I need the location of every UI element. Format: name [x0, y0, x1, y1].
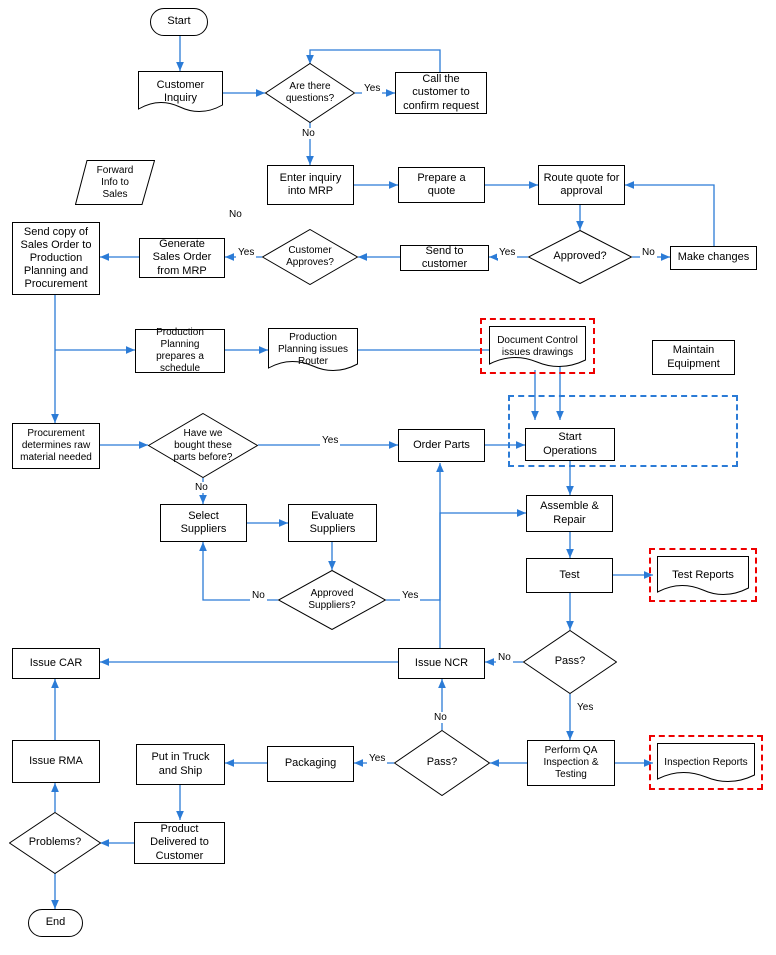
issue-car-label: Issue CAR: [30, 657, 83, 670]
put-truck-label: Put in Truck and Ship: [141, 751, 220, 777]
send-customer-box: Send to customer: [400, 245, 489, 271]
select-suppliers-label: Select Suppliers: [165, 510, 242, 536]
prepare-quote-label: Prepare a quote: [403, 172, 480, 198]
issue-car-box: Issue CAR: [12, 648, 100, 679]
start-label: Start: [167, 15, 190, 28]
no-label-1: No: [300, 128, 317, 139]
send-copy-label: Send copy of Sales Order to Production P…: [17, 226, 95, 292]
customer-inquiry-label: Customer Inquiry: [142, 79, 219, 105]
issue-ncr-label: Issue NCR: [415, 657, 468, 670]
generate-so-box: Generate Sales Order from MRP: [139, 238, 225, 278]
start-ops-label: Start Operations: [530, 431, 610, 457]
no-label-2: No: [640, 247, 657, 258]
bought-before-label: Have we bought these parts before?: [168, 428, 238, 464]
approved-label: Approved?: [553, 250, 606, 263]
questions-label: Are there questions?: [280, 81, 340, 105]
forward-info-label: Forward Info to Sales: [90, 165, 140, 201]
prod-router-label: Production Planning issues Router: [272, 332, 354, 368]
issue-rma-label: Issue RMA: [29, 755, 83, 768]
problems-decision: Problems?: [9, 812, 101, 874]
order-parts-label: Order Parts: [413, 439, 470, 452]
yes-label-7: Yes: [367, 753, 387, 764]
perform-qa-label: Perform QA Inspection & Testing: [532, 745, 610, 781]
perform-qa-box: Perform QA Inspection & Testing: [527, 740, 615, 786]
order-parts-box: Order Parts: [398, 429, 485, 462]
customer-approves-decision: Customer Approves?: [262, 229, 358, 285]
make-changes-box: Make changes: [670, 246, 757, 270]
pass1-decision: Pass?: [523, 630, 617, 694]
customer-inquiry-doc: Customer Inquiry: [138, 71, 223, 113]
assemble-repair-box: Assemble & Repair: [526, 495, 613, 532]
pass2-decision: Pass?: [394, 730, 490, 796]
doc-control-doc: Document Control issues drawings: [489, 326, 586, 368]
yes-label-2: Yes: [497, 247, 517, 258]
test-reports-label: Test Reports: [672, 569, 734, 582]
test-reports-doc: Test Reports: [657, 556, 749, 596]
evaluate-suppliers-label: Evaluate Suppliers: [293, 510, 372, 536]
inspection-reports-doc: Inspection Reports: [657, 743, 755, 783]
procurement-box: Procurement determines raw material need…: [12, 423, 100, 469]
call-customer-label: Call the customer to confirm request: [400, 73, 482, 113]
pass1-label: Pass?: [555, 655, 586, 668]
start-terminator: Start: [150, 8, 208, 36]
approved-decision: Approved?: [528, 230, 632, 284]
call-customer-box: Call the customer to confirm request: [395, 72, 487, 114]
no-label-5: No: [250, 590, 267, 601]
inspection-reports-label: Inspection Reports: [664, 757, 747, 769]
send-customer-label: Send to customer: [405, 245, 484, 271]
maintain-equip-box: Maintain Equipment: [652, 340, 735, 375]
bought-before-decision: Have we bought these parts before?: [148, 413, 258, 478]
send-copy-box: Send copy of Sales Order to Production P…: [12, 222, 100, 295]
make-changes-label: Make changes: [678, 251, 750, 264]
prepare-quote-box: Prepare a quote: [398, 167, 485, 203]
yes-label-6: Yes: [575, 702, 595, 713]
select-suppliers-box: Select Suppliers: [160, 504, 247, 542]
problems-label: Problems?: [29, 836, 82, 849]
doc-control-label: Document Control issues drawings: [493, 335, 582, 359]
issue-rma-box: Issue RMA: [12, 740, 100, 783]
no-label-3: No: [227, 209, 244, 220]
yes-label-3: Yes: [236, 247, 256, 258]
enter-mrp-box: Enter inquiry into MRP: [267, 165, 354, 205]
prod-schedule-label: Production Planning prepares a schedule: [140, 327, 220, 375]
packaging-label: Packaging: [285, 757, 336, 770]
yes-label-4: Yes: [320, 435, 340, 446]
flowchart-connectors: [0, 0, 776, 955]
delivered-label: Product Delivered to Customer: [139, 823, 220, 863]
evaluate-suppliers-box: Evaluate Suppliers: [288, 504, 377, 542]
approved-suppliers-label: Approved Suppliers?: [302, 588, 362, 612]
end-label: End: [46, 916, 66, 929]
procurement-label: Procurement determines raw material need…: [17, 428, 95, 464]
customer-approves-label: Customer Approves?: [282, 245, 338, 269]
questions-decision: Are there questions?: [265, 63, 355, 123]
enter-mrp-label: Enter inquiry into MRP: [272, 172, 349, 198]
test-label: Test: [559, 569, 579, 582]
prod-schedule-box: Production Planning prepares a schedule: [135, 329, 225, 373]
end-terminator: End: [28, 909, 83, 937]
forward-info-parallelogram: Forward Info to Sales: [75, 160, 155, 205]
assemble-repair-label: Assemble & Repair: [531, 500, 608, 526]
yes-label-5: Yes: [400, 590, 420, 601]
start-ops-box: Start Operations: [525, 428, 615, 461]
generate-so-label: Generate Sales Order from MRP: [144, 238, 220, 278]
route-quote-label: Route quote for approval: [543, 172, 620, 198]
pass2-label: Pass?: [427, 756, 458, 769]
yes-label-1: Yes: [362, 83, 382, 94]
prod-router-doc: Production Planning issues Router: [268, 328, 358, 372]
test-box: Test: [526, 558, 613, 593]
maintain-equip-label: Maintain Equipment: [657, 344, 730, 370]
no-label-7: No: [432, 712, 449, 723]
put-truck-box: Put in Truck and Ship: [136, 744, 225, 785]
packaging-box: Packaging: [267, 746, 354, 782]
approved-suppliers-decision: Approved Suppliers?: [278, 570, 386, 630]
issue-ncr-box: Issue NCR: [398, 648, 485, 679]
delivered-box: Product Delivered to Customer: [134, 822, 225, 864]
no-label-6: No: [496, 652, 513, 663]
no-label-4: No: [193, 482, 210, 493]
route-quote-box: Route quote for approval: [538, 165, 625, 205]
